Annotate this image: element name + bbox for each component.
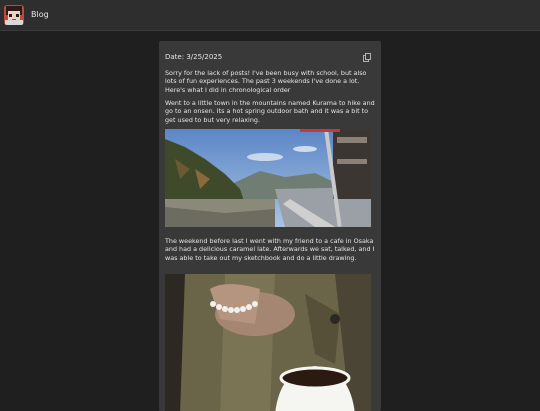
post-date: Date: 3/25/2025: [165, 53, 223, 61]
site-title[interactable]: Blog: [31, 9, 49, 21]
copy-icon[interactable]: [363, 47, 372, 62]
avatar-logo-icon[interactable]: [4, 5, 24, 25]
top-navigation-bar: Blog: [0, 0, 540, 31]
post-paragraph: Sorry for the lack of posts! I've been b…: [165, 69, 367, 94]
post-paragraph: Went to a little town in the mountains n…: [165, 99, 375, 124]
cafe-coffee-photo: [165, 274, 371, 411]
kurama-town-photo: [165, 129, 371, 227]
post-paragraph: The weekend before last I went with my f…: [165, 237, 375, 262]
blog-post-card: Date: 3/25/2025 Sorry for the lack of po…: [159, 41, 381, 411]
